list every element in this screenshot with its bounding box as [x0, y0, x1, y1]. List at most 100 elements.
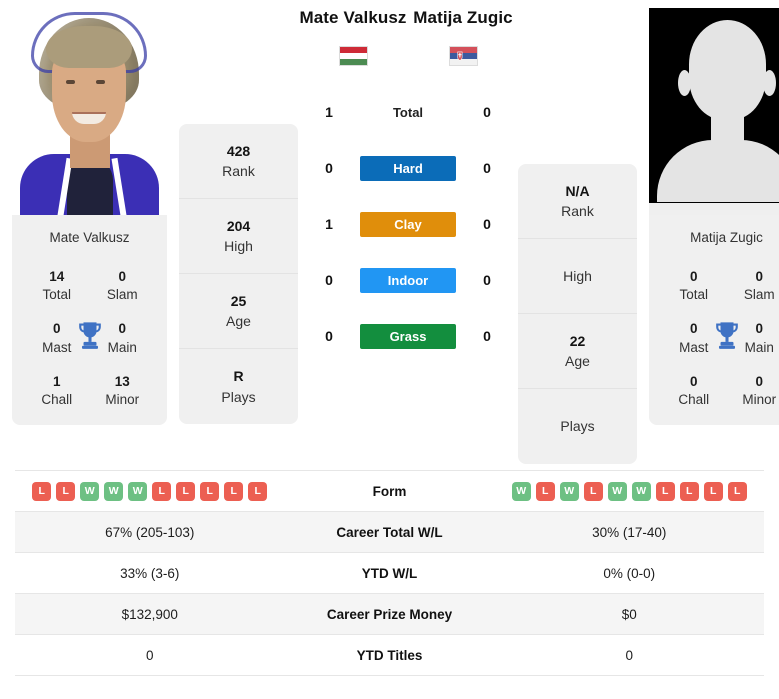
- left-info-age: 25 Age: [179, 274, 298, 349]
- left-info-rank-value: 428: [226, 142, 251, 159]
- right-ytd-wl: 0% (0-0): [603, 565, 656, 581]
- silhouette-ear-right: [763, 70, 776, 96]
- right-info-high-label: High: [563, 267, 592, 284]
- form-badge-loss[interactable]: L: [32, 481, 52, 501]
- right-titles-chall: 0 Chall: [661, 373, 727, 409]
- h2h-total-left-score: 1: [325, 104, 333, 120]
- h2h-clay-right-score: 0: [483, 216, 491, 232]
- stats-label-career-prize-money: Career Prize Money: [326, 606, 453, 622]
- stats-row-career-total-wl: 67% (205-103) Career Total W/L 30% (17-4…: [15, 512, 764, 553]
- form-badge-loss[interactable]: L: [56, 481, 76, 501]
- trophy-icon: [715, 322, 738, 349]
- form-badge-loss[interactable]: L: [248, 481, 268, 501]
- h2h-row-hard: 0 Hard 0: [298, 140, 518, 196]
- right-career-prize-money: $0: [621, 606, 637, 622]
- surface-badge-hard[interactable]: Hard: [360, 155, 456, 181]
- h2h-indoor-badge-wrap: Indoor: [360, 267, 456, 293]
- right-info-plays: Plays: [518, 389, 637, 464]
- h2h-hard-badge-wrap: Hard: [360, 155, 456, 181]
- form-badge-loss[interactable]: L: [200, 481, 220, 501]
- surface-badge-grass[interactable]: Grass: [360, 323, 456, 349]
- silhouette-head-icon: [689, 20, 766, 120]
- form-badge-win[interactable]: W: [511, 481, 531, 501]
- left-info-plays: R Plays: [179, 349, 298, 424]
- left-player-photo-column: Mate Valkusz 14 Total 0 Slam 0 Mast 0 Ma…: [0, 0, 179, 426]
- left-info-plays-value: R: [233, 368, 244, 385]
- form-badge-win[interactable]: W: [128, 481, 148, 501]
- right-career-total-wl: 30% (17-40): [592, 524, 667, 540]
- left-info-high-value: 204: [226, 217, 251, 234]
- form-badge-loss[interactable]: L: [703, 481, 723, 501]
- form-badge-win[interactable]: W: [80, 481, 100, 501]
- right-titles-slam-value: 0: [755, 269, 763, 284]
- left-titles-minor-label: Minor: [105, 392, 140, 408]
- form-badge-win[interactable]: W: [631, 481, 651, 501]
- left-player-photo: [12, 8, 167, 215]
- player-names-row: Mate Valkusz Matija Zugic: [298, 8, 518, 46]
- form-badge-loss[interactable]: L: [176, 481, 196, 501]
- right-titles-total-value: 0: [689, 269, 698, 284]
- h2h-clay-left-score: 1: [325, 216, 333, 232]
- right-player-name[interactable]: Matija Zugic: [408, 8, 518, 46]
- form-badge-loss[interactable]: L: [535, 481, 555, 501]
- h2h-grass-right-score: 0: [483, 328, 491, 344]
- right-info-age-value: 22: [569, 332, 586, 349]
- left-player-name[interactable]: Mate Valkusz: [298, 8, 408, 46]
- stats-label-form: Form: [372, 483, 407, 499]
- form-badge-loss[interactable]: L: [224, 481, 244, 501]
- h2h-indoor-left-score: 0: [325, 272, 333, 288]
- right-titles-minor-value: 0: [755, 373, 763, 389]
- left-titles-minor-value: 13: [114, 373, 130, 389]
- left-titles-slam: 0 Slam: [90, 268, 156, 304]
- photo-eye-right: [96, 80, 105, 84]
- silhouette-base-strip: [649, 203, 779, 215]
- left-info-high: 204 High: [179, 199, 298, 274]
- right-info-rank-label: Rank: [561, 203, 594, 219]
- left-titles-slam-value: 0: [118, 269, 126, 284]
- left-info-age-value: 25: [230, 292, 247, 309]
- form-badge-loss[interactable]: L: [152, 481, 172, 501]
- surface-badge-clay[interactable]: Clay: [360, 211, 456, 237]
- right-photo-caption: Matija Zugic: [649, 217, 779, 256]
- right-titles-slam: 0 Slam: [727, 268, 779, 304]
- photo-eye-left: [66, 80, 75, 84]
- h2h-row-indoor: 0 Indoor 0: [298, 252, 518, 308]
- left-info-age-label: Age: [226, 313, 251, 329]
- right-titles-total: 0 Total: [661, 268, 727, 304]
- stats-row-form: LLWWWLLLLL Form WLWLWWLLLL: [15, 471, 764, 512]
- right-info-age: 22 Age: [518, 314, 637, 389]
- form-badge-loss[interactable]: L: [727, 481, 747, 501]
- left-player-info-card: 428 Rank 204 High 25 Age R Plays: [179, 124, 298, 424]
- right-titles-minor-label: Minor: [742, 392, 777, 408]
- form-badge-win[interactable]: W: [607, 481, 627, 501]
- left-titles-slam-label: Slam: [106, 287, 138, 303]
- stats-row-ytd-titles: 0 YTD Titles 0: [15, 635, 764, 676]
- left-titles-chall: 1 Chall: [24, 373, 90, 409]
- right-titles-total-label: Total: [679, 287, 709, 303]
- head-to-head-rows: 1 Total 0 0 Hard 0 1 Clay 0 0 Indoor 0 0…: [298, 84, 518, 364]
- right-player-info-column: N/A Rank High 22 Age Plays: [518, 0, 637, 464]
- form-badge-win[interactable]: W: [559, 481, 579, 501]
- left-photo-caption: Mate Valkusz: [12, 217, 167, 256]
- right-flag-wrap: [408, 46, 518, 76]
- form-badge-loss[interactable]: L: [655, 481, 675, 501]
- form-badge-loss[interactable]: L: [583, 481, 603, 501]
- left-form-strip: LLWWWLLLLL: [19, 481, 281, 501]
- h2h-total-right-score: 0: [483, 104, 491, 120]
- h2h-row-total: 1 Total 0: [298, 84, 518, 140]
- left-titles-grid: 14 Total 0 Slam 0 Mast 0 Main 1 Chall 13…: [12, 256, 167, 409]
- left-ytd-titles: 0: [145, 647, 154, 663]
- player-comparison-page: Mate Valkusz 14 Total 0 Slam 0 Mast 0 Ma…: [0, 0, 779, 676]
- right-form-strip: WLWLWWLLLL: [499, 481, 761, 501]
- h2h-clay-badge-wrap: Clay: [360, 211, 456, 237]
- h2h-hard-right-score: 0: [483, 160, 491, 176]
- form-badge-win[interactable]: W: [104, 481, 124, 501]
- left-info-plays-label: Plays: [221, 388, 256, 405]
- right-titles-chall-label: Chall: [678, 392, 710, 408]
- surface-badge-indoor[interactable]: Indoor: [360, 267, 456, 293]
- h2h-total-label: Total: [392, 104, 424, 120]
- right-ytd-titles: 0: [625, 647, 633, 663]
- form-badge-loss[interactable]: L: [679, 481, 699, 501]
- stats-row-ytd-wl: 33% (3-6) YTD W/L 0% (0-0): [15, 553, 764, 594]
- photo-fringe-shape: [46, 26, 132, 68]
